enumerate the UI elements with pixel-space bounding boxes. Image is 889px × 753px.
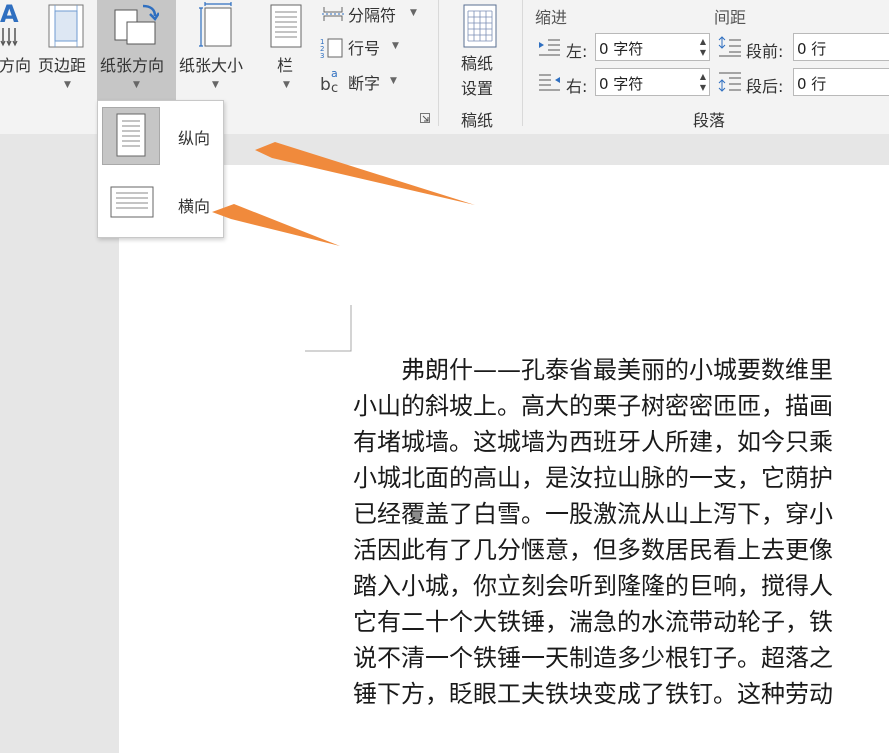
arrow-to-portrait [255, 142, 475, 205]
annotation-arrows [212, 142, 475, 246]
arrow-to-landscape [212, 204, 340, 246]
